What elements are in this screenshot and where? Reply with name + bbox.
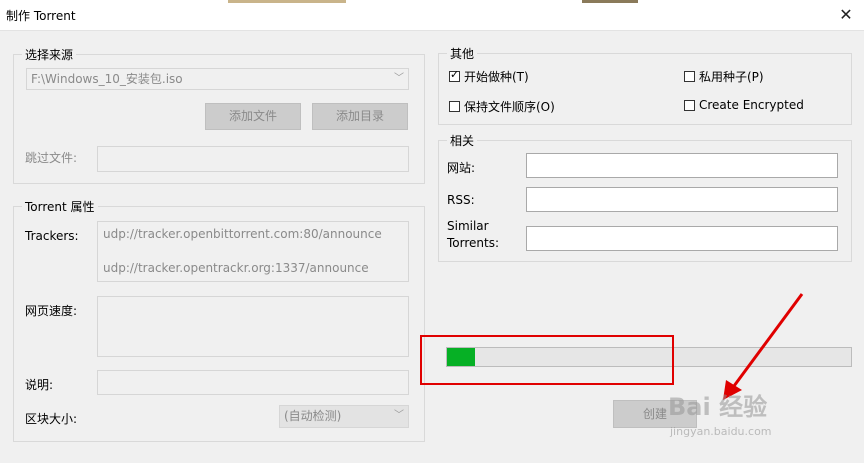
skip-files-input[interactable] bbox=[97, 146, 409, 172]
checkbox-box[interactable] bbox=[684, 71, 695, 82]
torrent-properties-legend: Torrent 属性 bbox=[25, 200, 95, 214]
rss-input[interactable] bbox=[526, 187, 838, 212]
comment-input[interactable] bbox=[97, 370, 409, 395]
piece-size-value: (自动检测) bbox=[284, 409, 342, 423]
create-encrypted-label: Create Encrypted bbox=[699, 98, 804, 112]
trackers-label: Trackers: bbox=[25, 229, 79, 243]
website-input[interactable] bbox=[526, 153, 838, 178]
tracker-line: udp://tracker.openbittorrent.com:80/anno… bbox=[103, 227, 382, 241]
create-encrypted-checkbox[interactable]: Create Encrypted bbox=[684, 98, 804, 112]
related-group-legend: 相关 bbox=[450, 134, 475, 148]
similar-torrents-label-line1: Similar bbox=[447, 219, 489, 233]
website-label: 网站: bbox=[447, 161, 476, 175]
start-seeding-checkbox[interactable]: ✓ 开始做种(T) bbox=[449, 68, 529, 85]
comment-label: 说明: bbox=[25, 378, 54, 392]
other-group-legend: 其他 bbox=[450, 47, 475, 61]
skip-files-label: 跳过文件: bbox=[25, 151, 78, 165]
chevron-down-icon[interactable]: ﹀ bbox=[394, 69, 404, 89]
tracker-line: udp://tracker.opentrackr.org:1337/announ… bbox=[103, 261, 369, 275]
close-icon[interactable]: ✕ bbox=[828, 0, 864, 30]
background-strip bbox=[582, 0, 638, 3]
web-seeds-textarea[interactable] bbox=[97, 296, 409, 357]
similar-torrents-label-line2: Torrents: bbox=[447, 236, 500, 250]
background-strip bbox=[228, 0, 346, 3]
source-group-legend: 选择来源 bbox=[25, 48, 74, 62]
window-title: 制作 Torrent bbox=[6, 9, 76, 23]
rss-label: RSS: bbox=[447, 193, 475, 207]
piece-size-label: 区块大小: bbox=[25, 412, 78, 426]
private-torrent-checkbox[interactable]: 私用种子(P) bbox=[684, 68, 764, 85]
checkbox-box[interactable] bbox=[684, 99, 695, 111]
checkmark-icon: ✓ bbox=[450, 68, 460, 81]
trackers-textarea[interactable]: udp://tracker.openbittorrent.com:80/anno… bbox=[97, 221, 409, 282]
source-path-value: F:\Windows_10_安装包.iso bbox=[31, 72, 183, 86]
checkbox-box[interactable] bbox=[449, 101, 460, 112]
similar-torrents-input[interactable] bbox=[526, 226, 838, 251]
title-bar: 制作 Torrent ✕ bbox=[0, 0, 864, 31]
checkbox-box[interactable]: ✓ bbox=[449, 68, 460, 82]
chevron-down-icon[interactable]: ﹀ bbox=[394, 406, 404, 426]
add-file-button[interactable]: 添加文件 bbox=[205, 103, 301, 130]
piece-size-combo[interactable]: (自动检测) ﹀ bbox=[279, 405, 409, 428]
private-torrent-label: 私用种子(P) bbox=[699, 70, 764, 84]
preserve-order-checkbox[interactable]: 保持文件顺序(O) bbox=[449, 98, 555, 115]
web-seeds-label: 网页速度: bbox=[25, 304, 78, 318]
source-path-combo[interactable]: F:\Windows_10_安装包.iso ﹀ bbox=[26, 68, 409, 90]
start-seeding-label: 开始做种(T) bbox=[464, 70, 529, 84]
annotation-highlight-box bbox=[420, 335, 674, 385]
create-button[interactable]: 创建 bbox=[613, 400, 697, 428]
add-directory-button[interactable]: 添加目录 bbox=[312, 103, 408, 130]
preserve-order-label: 保持文件顺序(O) bbox=[464, 100, 555, 114]
